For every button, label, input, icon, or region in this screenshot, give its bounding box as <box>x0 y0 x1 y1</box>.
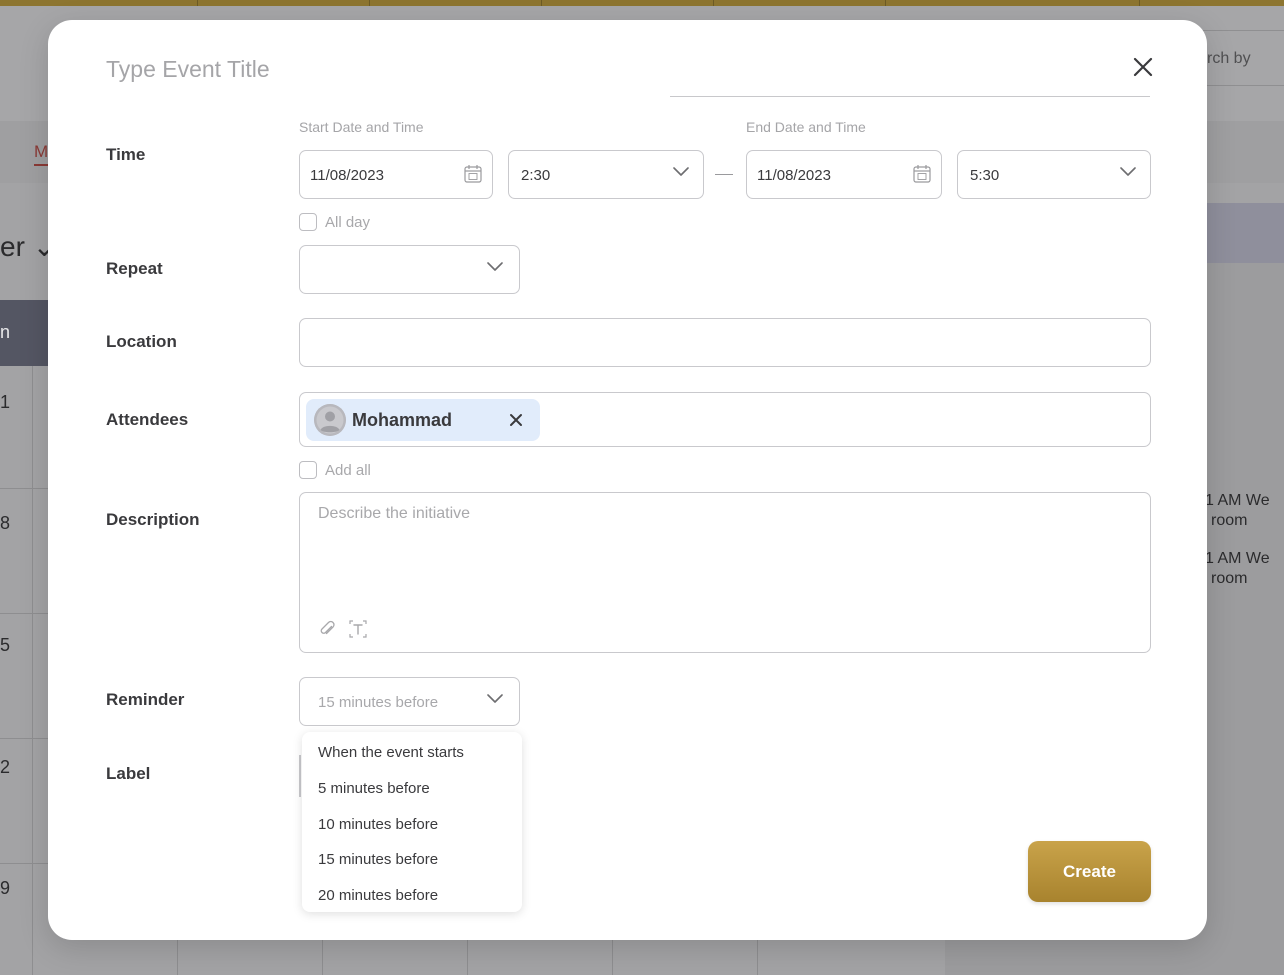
background-event-room: room <box>1211 570 1248 587</box>
chevron-down-icon <box>487 694 503 703</box>
end-date-value: 11/08/2023 <box>757 167 831 184</box>
attendees-input[interactable]: Mohammad <box>299 392 1151 447</box>
background-day-header-text: n <box>0 322 11 342</box>
remove-attendee-button[interactable] <box>508 412 524 428</box>
background-event: 1 AM We room <box>1205 549 1270 589</box>
reminder-label: Reminder <box>106 690 185 709</box>
background-row-number: 9 <box>0 878 11 898</box>
background-event-time: 1 AM We <box>1205 492 1270 509</box>
calendar-icon <box>464 165 482 183</box>
location-label: Location <box>106 332 177 351</box>
range-separator <box>715 174 733 175</box>
label-select[interactable] <box>299 755 301 797</box>
label-label: Label <box>106 764 151 783</box>
add-all-checkbox[interactable] <box>299 461 317 479</box>
reminder-option[interactable]: 10 minutes before <box>318 816 438 833</box>
description-placeholder: Describe the initiative <box>318 505 471 522</box>
description-toolbar <box>318 619 368 639</box>
chevron-down-icon <box>1120 167 1136 176</box>
create-button[interactable]: Create <box>1028 841 1151 902</box>
end-date-field[interactable]: 11/08/2023 <box>746 150 942 199</box>
add-all-checkbox-row[interactable]: Add all <box>299 461 371 479</box>
background-search-text: rch by <box>1207 50 1251 67</box>
add-all-label: Add all <box>325 461 371 479</box>
background-row-number: 5 <box>0 635 11 655</box>
end-time-value: 5:30 <box>970 167 1000 184</box>
repeat-select[interactable] <box>299 245 520 294</box>
background-event-time: 1 AM We <box>1205 550 1270 567</box>
close-button[interactable] <box>1128 52 1158 82</box>
create-event-modal: Time Start Date and Time End Date and Ti… <box>48 20 1207 940</box>
start-date-field[interactable]: 11/08/2023 <box>299 150 493 199</box>
all-day-checkbox-row[interactable]: All day <box>299 213 370 231</box>
reminder-option[interactable]: 5 minutes before <box>318 780 430 797</box>
all-day-checkbox[interactable] <box>299 213 317 231</box>
close-icon <box>1133 57 1153 77</box>
location-input[interactable] <box>299 318 1151 367</box>
avatar <box>314 404 346 436</box>
attendees-label: Attendees <box>106 410 189 429</box>
background-row-number: 8 <box>0 513 11 533</box>
text-format-icon[interactable] <box>348 619 368 639</box>
reminder-option[interactable]: When the event starts <box>318 744 464 761</box>
chevron-down-icon <box>487 262 503 271</box>
close-icon <box>510 414 522 426</box>
background-tab-label: M <box>34 142 49 161</box>
reminder-option[interactable]: 20 minutes before <box>318 887 438 904</box>
time-label: Time <box>106 145 146 164</box>
reminder-dropdown-menu: When the event starts 5 minutes before 1… <box>302 732 522 912</box>
background-event: 1 AM We room <box>1205 491 1270 531</box>
attendee-chip: Mohammad <box>306 399 540 441</box>
background-row-number: 2 <box>0 757 11 777</box>
chevron-down-icon <box>673 167 689 176</box>
end-date-time-label: End Date and Time <box>746 119 866 135</box>
background-row-number: 1 <box>0 392 11 412</box>
reminder-select[interactable]: 15 minutes before <box>299 677 520 726</box>
background-event-room: room <box>1211 512 1248 529</box>
reminder-option[interactable]: 15 minutes before <box>318 851 438 868</box>
attachment-icon[interactable] <box>318 619 338 639</box>
start-time-value: 2:30 <box>521 167 551 184</box>
title-underline <box>670 96 1150 97</box>
start-time-select[interactable]: 2:30 <box>508 150 704 199</box>
event-title-input[interactable] <box>106 56 706 83</box>
start-date-value: 11/08/2023 <box>310 167 384 184</box>
user-avatar-icon <box>314 404 346 436</box>
background-tab-underline <box>34 164 48 166</box>
end-time-select[interactable]: 5:30 <box>957 150 1151 199</box>
all-day-label: All day <box>325 213 371 231</box>
description-label: Description <box>106 510 200 529</box>
attendee-name: Mohammad <box>352 410 453 430</box>
repeat-label: Repeat <box>106 259 163 278</box>
description-textarea[interactable]: Describe the initiative <box>299 492 1151 653</box>
reminder-value: 15 minutes before <box>318 694 439 711</box>
calendar-icon <box>913 165 931 183</box>
start-date-time-label: Start Date and Time <box>299 119 424 135</box>
